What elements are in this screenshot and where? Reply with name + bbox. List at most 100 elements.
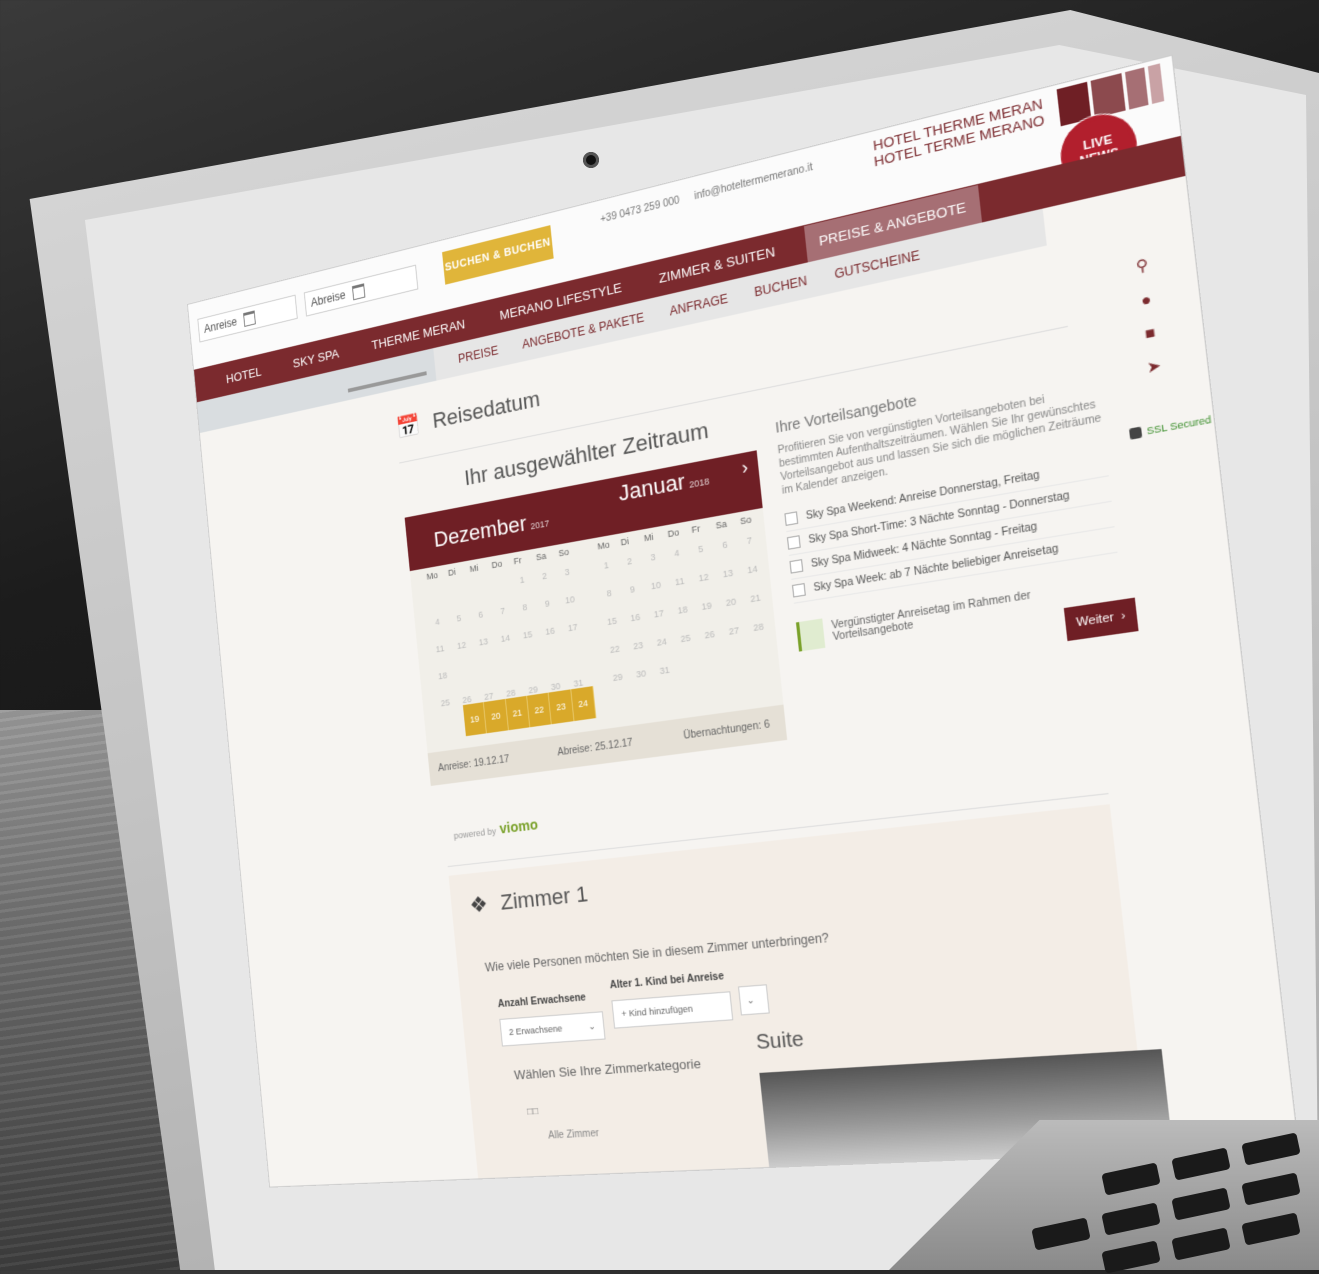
month-label: Januar 2018 xyxy=(617,464,710,507)
checkbox[interactable] xyxy=(792,583,806,597)
arrival-input[interactable]: Anreise xyxy=(197,295,297,343)
calendar-day[interactable]: 6 xyxy=(713,538,736,552)
calendar-day-selected[interactable]: 20 xyxy=(484,699,509,733)
checkbox[interactable] xyxy=(787,535,801,550)
calendar-day[interactable]: 23 xyxy=(627,639,650,652)
calendar-day[interactable]: 4 xyxy=(665,546,688,560)
calendar-day[interactable]: 14 xyxy=(495,632,516,645)
calendar-day[interactable]: 4 xyxy=(427,615,448,628)
calendar-day[interactable]: 27 xyxy=(722,624,745,638)
weekday-label: Di xyxy=(620,536,629,547)
keyboard-keys xyxy=(889,1120,1319,1270)
subnav-item-buchen[interactable]: BUCHEN xyxy=(754,273,808,299)
calendar-day[interactable]: 1 xyxy=(511,573,532,586)
calendar-day[interactable]: 29 xyxy=(607,671,629,684)
calendar-day-selected[interactable]: 22 xyxy=(527,693,552,728)
calendar-day[interactable]: 2 xyxy=(534,569,556,582)
calendar-day[interactable]: 30 xyxy=(630,667,653,680)
child-dropdown-toggle[interactable]: ⌄ xyxy=(738,984,770,1015)
nav-item-hotel[interactable]: HOTEL xyxy=(225,364,262,386)
key xyxy=(1171,1187,1230,1220)
calendar-day[interactable]: 8 xyxy=(514,601,535,614)
calendar-day[interactable]: 31 xyxy=(653,664,676,677)
bag-icon[interactable]: ■ xyxy=(1144,323,1156,343)
calendar-day[interactable]: 7 xyxy=(738,534,762,548)
calendar-day[interactable]: 13 xyxy=(473,635,494,648)
powered-by[interactable]: powered by viomo xyxy=(453,816,539,842)
travel-date-heading: 📅 Reisedatum xyxy=(395,386,541,442)
subnav-item-gutscheine[interactable]: GUTSCHEINE xyxy=(834,248,921,282)
calendar-day[interactable]: 28 xyxy=(747,620,771,634)
subnav-item-anfrage[interactable]: ANFRAGE xyxy=(669,291,729,318)
subnav-item-preise[interactable]: PREISE xyxy=(457,343,498,366)
checkbox[interactable] xyxy=(784,511,798,526)
weekday-label: Fr xyxy=(691,523,701,535)
calendar-day-selected[interactable]: 24 xyxy=(571,686,596,721)
calendar-day[interactable]: 12 xyxy=(692,571,715,585)
checkbox[interactable] xyxy=(789,559,803,574)
category-option-all[interactable]: Alle Zimmer xyxy=(548,1128,600,1141)
departure-summary: Abreise: 25.12.17 xyxy=(557,738,633,759)
calendar-day[interactable]: 9 xyxy=(536,597,558,610)
nav-item-sky-spa[interactable]: SKY SPA xyxy=(292,346,339,371)
suite-title: Suite xyxy=(755,1028,805,1055)
calendar-day[interactable]: 25 xyxy=(674,632,697,646)
calendar-day-selected[interactable]: 19 xyxy=(463,702,487,736)
calendar-icon xyxy=(243,310,256,327)
chevron-right-icon: › xyxy=(1120,609,1126,623)
calendar-day[interactable]: 11 xyxy=(430,642,451,655)
calendar-day[interactable]: 22 xyxy=(604,643,626,656)
calendar-day[interactable]: 6 xyxy=(470,608,491,621)
calendar-day[interactable]: 15 xyxy=(517,628,538,641)
calendar-day[interactable]: 5 xyxy=(449,612,470,625)
key xyxy=(1171,1147,1230,1180)
calendar-day[interactable]: 16 xyxy=(539,625,561,638)
calendar-day[interactable]: 13 xyxy=(716,567,739,581)
calendar-day[interactable]: 24 xyxy=(650,635,673,648)
calendar-day[interactable]: 17 xyxy=(647,607,670,621)
chevron-right-icon[interactable]: › xyxy=(741,456,749,479)
weekday-label: Mo xyxy=(597,539,610,551)
calendar-day[interactable]: 15 xyxy=(601,615,623,628)
share-icon[interactable]: ➤ xyxy=(1146,356,1162,378)
calendar-day[interactable]: 7 xyxy=(492,604,513,617)
calendar-day[interactable]: 8 xyxy=(598,587,620,601)
calendar-day[interactable]: 3 xyxy=(642,550,665,564)
calendar-day[interactable]: 3 xyxy=(556,565,578,578)
calendar-day-selected[interactable]: 21 xyxy=(505,696,530,730)
category-icon: □□ xyxy=(527,1106,539,1118)
calendar-day[interactable]: 20 xyxy=(719,595,742,609)
calendar-day[interactable]: 19 xyxy=(695,599,718,613)
weekday-label: Di xyxy=(448,567,457,578)
calendar-day[interactable]: 25 xyxy=(435,697,456,710)
swatch xyxy=(1148,63,1164,104)
calendar-day[interactable]: 1 xyxy=(595,559,617,573)
arrival-summary: Anreise: 19.12.17 xyxy=(438,754,510,774)
calendar-header: Dezember 2017 Januar 2018 › xyxy=(405,450,763,571)
calendar-day[interactable]: 5 xyxy=(689,542,712,556)
search-icon[interactable]: ⚲ xyxy=(1135,255,1150,276)
nights-summary: Übernachtungen: 6 xyxy=(683,719,771,742)
weekday-label: Sa xyxy=(535,551,546,563)
calendar-day[interactable]: 10 xyxy=(645,579,668,593)
calendar-day[interactable]: 14 xyxy=(741,562,765,576)
location-icon[interactable]: ● xyxy=(1140,290,1152,310)
calendar-day[interactable]: 11 xyxy=(668,575,691,589)
calendar-icon: 📅 xyxy=(395,412,422,442)
calendar-day[interactable]: 12 xyxy=(451,639,472,652)
calendar-day[interactable]: 9 xyxy=(621,583,643,597)
calendar-day[interactable]: 18 xyxy=(432,669,453,682)
phone-text[interactable]: +39 0473 259 000 xyxy=(600,195,680,226)
calendar-day[interactable]: 26 xyxy=(698,628,721,642)
calendar-day[interactable]: 16 xyxy=(624,611,646,624)
calendar-day[interactable]: 18 xyxy=(671,603,694,617)
calendar-day[interactable]: 10 xyxy=(559,593,581,606)
swatch xyxy=(1125,67,1149,109)
weekday-label: So xyxy=(558,547,569,559)
calendar-day[interactable]: 21 xyxy=(744,591,768,605)
calendar-day-selected[interactable]: 23 xyxy=(549,689,574,724)
calendar-day[interactable]: 17 xyxy=(562,621,584,634)
lock-icon xyxy=(1129,426,1142,439)
calendar-day[interactable]: 2 xyxy=(618,554,640,568)
departure-input[interactable]: Abreise xyxy=(304,265,419,317)
